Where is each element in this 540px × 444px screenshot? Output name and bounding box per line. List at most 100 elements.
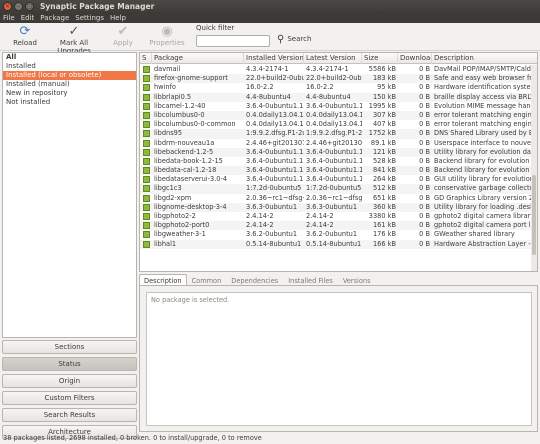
minimize-icon[interactable]: –	[14, 2, 23, 11]
col-size[interactable]: Size	[362, 53, 398, 64]
cell-download: 0 B	[419, 212, 430, 220]
table-row[interactable]: libcolumbus0-0 0.4.0daily13.04.16- 0.4.0da…	[140, 110, 532, 121]
col-package[interactable]: Package	[152, 53, 244, 64]
installed-checkbox-icon[interactable]	[143, 167, 150, 175]
col-status[interactable]: S	[140, 53, 152, 64]
table-row[interactable]: libgweather-3-1 3.6.2-0ubuntu1 3.6.2-0ubun…	[140, 230, 532, 239]
cell-size: 183 kB	[372, 74, 396, 83]
filter-new-in-repository[interactable]: New in repository	[3, 89, 136, 98]
installed-checkbox-icon[interactable]	[143, 130, 150, 138]
reload-button[interactable]: ⟳ Reload	[10, 24, 40, 47]
menu-file[interactable]: File	[3, 13, 15, 23]
cell-size: 512 kB	[372, 184, 396, 193]
table-row[interactable]: libcolumbus0-0-common 0.4.0daily13.04.16-…	[140, 120, 532, 129]
mark-all-upgrades-button[interactable]: ✓ Mark All Upgrades	[44, 24, 104, 55]
installed-checkbox-icon[interactable]	[143, 93, 150, 101]
table-row[interactable]: libcamel-1.2-40 3.6.4-0ubuntu1.1 3.6.4-0ub…	[140, 102, 532, 111]
menu-package[interactable]: Package	[40, 13, 69, 23]
cell-installed-version: 1:9.9.2.dfsg.P1-2ub	[246, 129, 304, 138]
installed-checkbox-icon[interactable]	[143, 194, 150, 202]
cell-package: firefox-gnome-support	[154, 74, 228, 83]
cell-installed-version: 3.6.2-0ubuntu1	[246, 230, 298, 239]
table-row[interactable]: libedataserverui-3.0-4 3.6.4-0ubuntu1.1 3.…	[140, 175, 532, 184]
installed-checkbox-icon[interactable]	[143, 185, 150, 193]
table-row[interactable]: davmail 4.3.4-2174-1 4.3.4-2174-1 5586 kB 0 …	[140, 65, 532, 74]
installed-checkbox-icon[interactable]	[143, 102, 150, 110]
installed-checkbox-icon[interactable]	[143, 139, 150, 147]
installed-checkbox-icon[interactable]	[143, 222, 150, 230]
cell-download: 0 B	[419, 74, 430, 83]
table-row[interactable]: libdns95 1:9.9.2.dfsg.P1-2ub1:9.9.2.dfsg.…	[140, 129, 532, 139]
installed-checkbox-icon[interactable]	[143, 176, 150, 184]
search-results-button[interactable]: Search Results	[2, 408, 137, 422]
status-bar: 38 packages listed, 2698 installed, 0 br…	[3, 434, 262, 442]
table-row[interactable]: libebackend-1.2-5 3.6.4-0ubuntu1.1 3.6.4-0…	[140, 147, 532, 157]
origin-button[interactable]: Origin	[2, 374, 137, 388]
table-row[interactable]: libgd2-xpm 2.0.36~rc1~dfsg-6.2.0.36~rc1~d…	[140, 194, 532, 203]
cell-size: 95 kB	[377, 83, 396, 92]
filter-installed[interactable]: Installed	[3, 62, 136, 71]
upgrade-icon: ✓	[68, 24, 80, 39]
cell-latest-version: 0.4.0daily13.04.16-	[306, 110, 362, 119]
table-row[interactable]: libgnome-desktop-3-4 3.6.3-0ubuntu1 3.6.3-…	[140, 202, 532, 212]
table-row[interactable]: libhal1 0.5.14-8ubuntu1 0.5.14-8ubuntu1 166…	[140, 239, 532, 249]
cell-description: conservative garbage collector f	[434, 184, 532, 193]
scrollbar-thumb[interactable]	[532, 175, 536, 255]
installed-checkbox-icon[interactable]	[143, 121, 150, 129]
close-icon[interactable]: ×	[3, 2, 12, 11]
search-label: Search	[287, 35, 312, 43]
cell-package: davmail	[154, 65, 181, 73]
cell-download: 0 B	[419, 193, 430, 202]
col-installed-version[interactable]: Installed Version	[244, 53, 304, 64]
table-row[interactable]: hwinfo 16.0-2.2 16.0-2.2 95 kB 0 B Hardware i…	[140, 83, 532, 92]
menu-settings[interactable]: Settings	[75, 13, 104, 23]
cell-size: 1752 kB	[368, 129, 396, 138]
table-row[interactable]: libgphoto2-2 2.4.14-2 2.4.14-2 3380 kB 0 B gp…	[140, 212, 532, 221]
installed-checkbox-icon[interactable]	[143, 148, 150, 156]
cell-size: 150 kB	[372, 92, 396, 101]
installed-checkbox-icon[interactable]	[143, 111, 150, 119]
menu-edit[interactable]: Edit	[21, 13, 35, 23]
cell-download: 0 B	[419, 184, 430, 193]
col-description[interactable]: Description	[432, 53, 537, 64]
cell-latest-version: 3.6.2-0ubuntu1	[306, 230, 358, 239]
col-download[interactable]: Download	[398, 53, 432, 64]
maximize-icon[interactable]: □	[25, 2, 34, 11]
table-row[interactable]: libedata-cal-1.2-18 3.6.4-0ubuntu1.1 3.6.4…	[140, 166, 532, 176]
quick-filter-input[interactable]	[196, 35, 270, 47]
apply-button[interactable]: ✔ Apply	[110, 24, 136, 47]
filter-installed-manual[interactable]: Installed (manual)	[3, 80, 136, 89]
installed-checkbox-icon[interactable]	[143, 231, 150, 239]
search-button[interactable]: ⚲ Search	[277, 32, 311, 46]
table-scrollbar[interactable]	[531, 65, 537, 271]
filter-not-installed[interactable]: Not installed	[3, 98, 136, 107]
table-row[interactable]: libdrm-nouveau1a 2.4.46+git20130702.4.46+…	[140, 139, 532, 148]
filter-all[interactable]: All	[3, 53, 136, 62]
installed-checkbox-icon[interactable]	[143, 75, 150, 83]
window-controls: × – □	[3, 2, 34, 11]
table-row[interactable]: libgphoto2-port0 2.4.14-2 2.4.14-2 161 kB 0 …	[140, 221, 532, 231]
table-row[interactable]: firefox-gnome-support 22.0+build2-0ubunt2…	[140, 74, 532, 84]
cell-package: libcolumbus0-0-common	[154, 120, 236, 129]
installed-checkbox-icon[interactable]	[143, 66, 150, 73]
filter-installed-local-obsolete[interactable]: Installed (local or obsolete)	[3, 71, 136, 80]
custom-filters-button[interactable]: Custom Filters	[2, 391, 137, 405]
table-row[interactable]: libbrlapi0.5 4.4-8ubuntu4 4.4-8ubuntu4 150 …	[140, 92, 532, 102]
table-row[interactable]: libgc1c3 1:7.2d-0ubuntu5 1:7.2d-0ubuntu5 51…	[140, 184, 532, 194]
installed-checkbox-icon[interactable]	[143, 157, 150, 165]
installed-checkbox-icon[interactable]	[143, 203, 150, 211]
menu-help[interactable]: Help	[110, 13, 126, 23]
installed-checkbox-icon[interactable]	[143, 84, 150, 92]
sections-button[interactable]: Sections	[2, 340, 137, 354]
cell-download: 0 B	[419, 221, 430, 230]
col-latest-version[interactable]: Latest Version	[304, 53, 362, 64]
installed-checkbox-icon[interactable]	[143, 213, 150, 220]
properties-button[interactable]: ◉ Properties	[148, 24, 186, 47]
installed-checkbox-icon[interactable]	[143, 240, 150, 248]
cell-installed-version: 3.6.4-0ubuntu1.1	[246, 156, 304, 165]
cell-description: Hardware identification system	[434, 83, 532, 92]
table-row[interactable]: libedata-book-1.2-15 3.6.4-0ubuntu1.1 3.6.…	[140, 157, 532, 166]
properties-icon: ◉	[161, 24, 173, 39]
cell-description: Safe and easy web browser from	[434, 74, 532, 83]
status-button[interactable]: Status	[2, 357, 137, 371]
